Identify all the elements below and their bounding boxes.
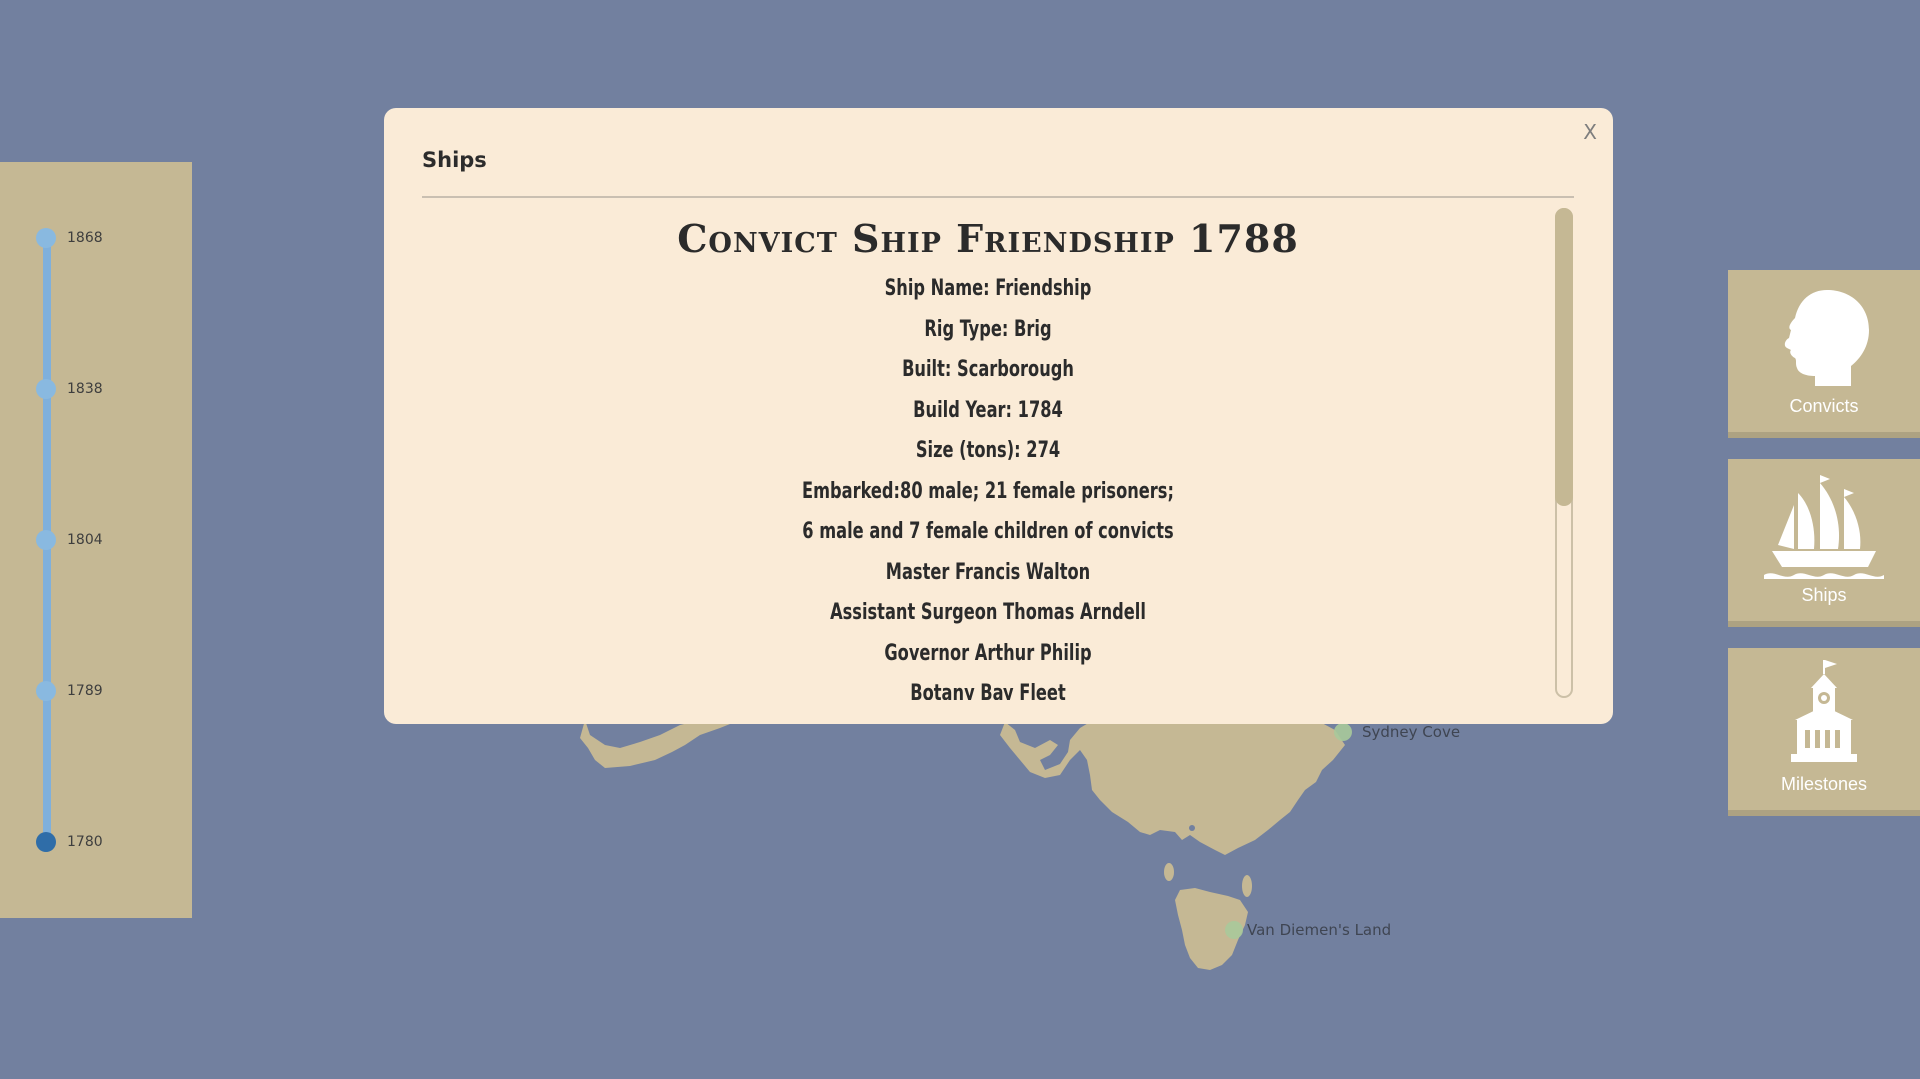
- timeline-knob[interactable]: [36, 379, 56, 399]
- clocktower-building-icon: [1728, 660, 1920, 770]
- timeline-year-label: 1868: [67, 230, 103, 246]
- milestones-button[interactable]: Milestones: [1728, 648, 1920, 816]
- milestones-button-label: Milestones: [1780, 774, 1868, 794]
- timeline-year-label: 1838: [67, 381, 103, 397]
- ships-button[interactable]: Ships: [1728, 459, 1920, 627]
- timeline-year-label: 1789: [67, 683, 103, 699]
- modal-scrollbar-thumb[interactable]: [1555, 208, 1573, 506]
- timeline-tick-1868[interactable]: 1868: [36, 228, 226, 250]
- ship-heading: Convict Ship Friendship 1788: [677, 216, 1299, 261]
- modal-content[interactable]: Convict Ship Friendship 1788 Ship Name: …: [422, 208, 1554, 700]
- van-diemens-land-label: Van Diemen's Land: [1247, 921, 1392, 939]
- timeline-knob[interactable]: [36, 681, 56, 701]
- ship-detail-line: Embarked:80 male; 21 female prisoners;: [802, 478, 1174, 504]
- ship-detail-line: Botany Bay Fleet: [910, 681, 1066, 700]
- timeline-tick-1789[interactable]: 1789: [36, 681, 226, 703]
- ship-detail-line: Rig Type: Brig: [924, 316, 1052, 342]
- landmass-southeast: [1000, 722, 1345, 855]
- convicts-button[interactable]: Convicts: [1728, 270, 1920, 438]
- island-small-1: [1164, 863, 1174, 881]
- ships-modal: X Ships Convict Ship Friendship 1788 Shi…: [384, 108, 1613, 724]
- ship-detail-line: Master Francis Walton: [885, 559, 1091, 585]
- timeline-tick-1838[interactable]: 1838: [36, 379, 226, 401]
- head-silhouette-icon: [1728, 282, 1920, 392]
- modal-divider: [422, 196, 1574, 198]
- ship-detail-line: Governor Arthur Philip: [884, 640, 1092, 666]
- timeline-knob-selected[interactable]: [36, 832, 56, 852]
- van-diemens-land-marker[interactable]: [1225, 921, 1243, 939]
- timeline-tick-1780[interactable]: 1780: [36, 832, 226, 854]
- close-button[interactable]: X: [1583, 120, 1597, 144]
- island-small-3: [1189, 825, 1195, 831]
- ship-detail-line: Build Year: 1784: [913, 397, 1063, 423]
- ship-detail-line: Ship Name: Friendship: [884, 276, 1092, 301]
- timeline-knob[interactable]: [36, 228, 56, 248]
- ship-detail-line: Size (tons): 274: [915, 438, 1061, 463]
- sydney-cove-label: Sydney Cove: [1362, 723, 1461, 741]
- island-small-2: [1242, 875, 1252, 897]
- sydney-cove-marker[interactable]: [1334, 723, 1352, 741]
- modal-title: Ships: [422, 148, 487, 172]
- timeline-knob[interactable]: [36, 530, 56, 550]
- timeline-tick-1804[interactable]: 1804: [36, 530, 226, 552]
- ship-detail-line: Assistant Surgeon Thomas Arndell: [830, 600, 1146, 625]
- sailing-ship-icon: [1728, 471, 1920, 581]
- timeline-year-label: 1780: [67, 834, 103, 850]
- timeline-panel: 1868 1838 1804 1789 1780: [0, 162, 192, 918]
- ship-detail-line: Built: Scarborough: [902, 357, 1074, 382]
- ship-detail-line: 6 male and 7 female children of convicts: [802, 519, 1174, 544]
- ships-button-label: Ships: [1801, 585, 1847, 605]
- convicts-button-label: Convicts: [1789, 396, 1859, 416]
- timeline-year-label: 1804: [67, 532, 103, 548]
